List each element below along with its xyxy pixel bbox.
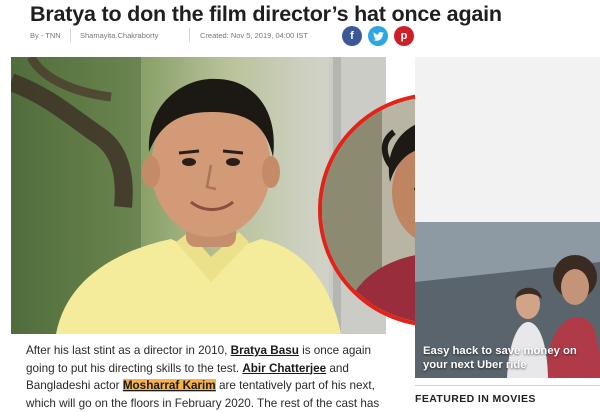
uber-ad[interactable]: Easy hack to save money on your next Ube…: [415, 222, 600, 378]
pinterest-icon: p: [400, 30, 408, 42]
abir-chatterjee-link[interactable]: Abir Chatterjee: [242, 362, 326, 375]
facebook-icon: f: [350, 30, 354, 42]
byline-source: By - TNN: [30, 31, 61, 40]
twitter-share-button[interactable]: [368, 26, 388, 46]
ad-placeholder: [415, 57, 600, 227]
meta-divider: [70, 28, 71, 42]
ad-text[interactable]: Easy hack to save money on your next Ube…: [423, 344, 598, 372]
article-body: After his last stint as a director in 20…: [26, 342, 386, 412]
author-link[interactable]: Shamayita.Chakraborty: [80, 31, 158, 40]
article-headline: Bratya to don the film director’s hat on…: [30, 2, 502, 26]
meta-divider: [189, 28, 190, 42]
mosharraf-karim-link[interactable]: Mosharraf Karim: [122, 379, 216, 392]
twitter-icon: [372, 31, 384, 41]
body-text: After his last stint as a director in 20…: [26, 344, 231, 357]
featured-in-movies-heading: FEATURED IN MOVIES: [415, 385, 600, 405]
bratya-basu-link[interactable]: Bratya Basu: [231, 344, 299, 357]
pinterest-share-button[interactable]: p: [394, 26, 414, 46]
facebook-share-button[interactable]: f: [342, 26, 362, 46]
created-timestamp: Created: Nov 5, 2019, 04:00 IST: [200, 31, 308, 40]
